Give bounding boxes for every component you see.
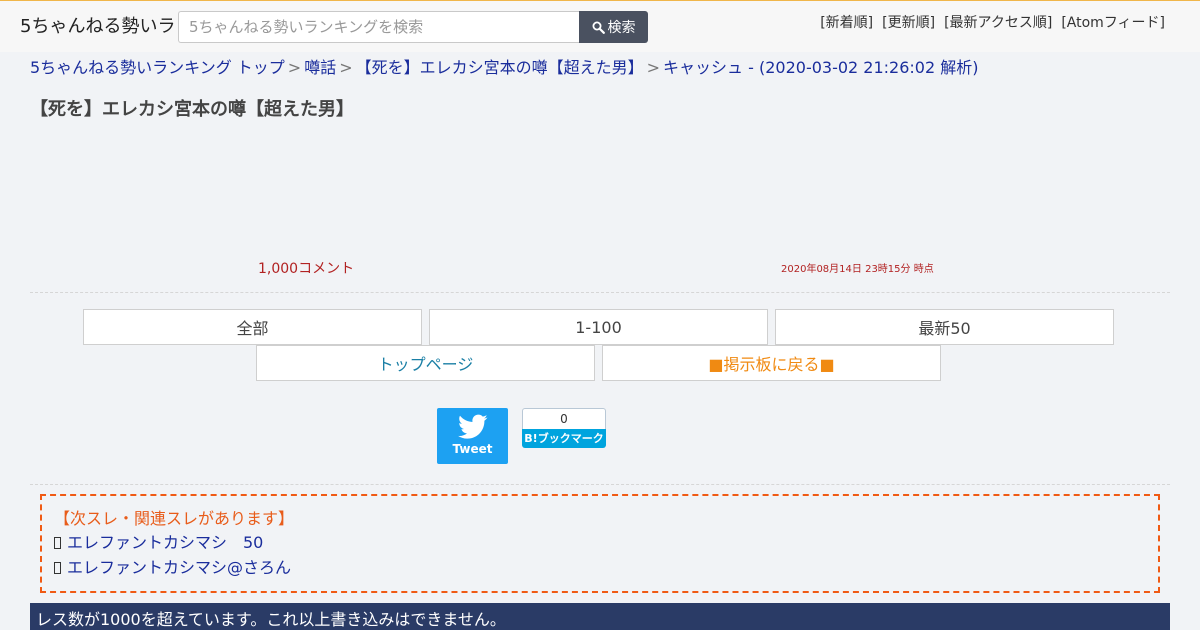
comment-count: 1,000コメント bbox=[258, 261, 355, 277]
divider bbox=[30, 484, 1170, 485]
tweet-button[interactable]: Tweet bbox=[437, 408, 508, 464]
link-recent-access[interactable]: [最新アクセス順] bbox=[944, 13, 1052, 33]
breadcrumb-separator: > bbox=[339, 58, 353, 77]
page-title: 【死を】エレカシ宮本の噂【超えた男】 bbox=[30, 99, 354, 120]
back-to-board-button[interactable]: ■掲示板に戻る■ bbox=[602, 345, 941, 381]
thread-full-notice: レス数が1000を超えています。これ以上書き込みはできません。 bbox=[30, 603, 1170, 630]
top-page-button[interactable]: トップページ bbox=[256, 345, 595, 381]
hatena-bookmark-count: 0 bbox=[522, 408, 606, 429]
related-threads-box: 【次スレ・関連スレがあります】 エレファントカシマシ 50 エレファントカシマシ… bbox=[40, 494, 1160, 593]
breadcrumb: 5ちゃんねる勢いランキング トップ > 噂話 > 【死を】エレカシ宮本の噂【超えた男】 >… bbox=[30, 57, 1180, 79]
hatena-bookmark-button[interactable]: B!ブックマーク bbox=[522, 429, 606, 448]
breadcrumb-top[interactable]: 5ちゃんねる勢いランキング トップ bbox=[30, 58, 285, 77]
site-logo-text[interactable]: 5ちゃんねる勢いランキング bbox=[20, 14, 178, 40]
search-button[interactable]: 検索 bbox=[579, 11, 648, 43]
site-header: 5ちゃんねる勢いランキング 検索 [新着順] [更新順] [最新アクセス順] [… bbox=[0, 1, 1200, 52]
thread-icon bbox=[54, 562, 61, 574]
related-thread-link[interactable]: エレファントカシマシ@さろん bbox=[54, 557, 291, 579]
latest-50-button[interactable]: 最新50 bbox=[775, 309, 1114, 345]
search-input[interactable] bbox=[178, 11, 579, 43]
tweet-label: Tweet bbox=[452, 442, 493, 456]
breadcrumb-cache[interactable]: キャッシュ - (2020-03-02 21:26:02 解析) bbox=[663, 58, 978, 77]
breadcrumb-category[interactable]: 噂話 bbox=[304, 58, 336, 77]
link-updated[interactable]: [更新順] bbox=[882, 13, 935, 33]
breadcrumb-separator: > bbox=[646, 58, 661, 77]
thread-icon bbox=[54, 537, 61, 549]
snapshot-timestamp: 2020年08月14日 23時15分 時点 bbox=[781, 264, 934, 275]
sort-links: [新着順] [更新順] [最新アクセス順] [Atomフィード] bbox=[820, 13, 1165, 33]
related-threads-heading: 【次スレ・関連スレがあります】 bbox=[54, 509, 295, 528]
search-icon bbox=[592, 21, 605, 34]
first-100-button[interactable]: 1-100 bbox=[429, 309, 768, 345]
link-newest[interactable]: [新着順] bbox=[820, 13, 873, 33]
related-thread-title: エレファントカシマシ@さろん bbox=[67, 558, 292, 577]
twitter-bird-icon bbox=[457, 414, 487, 439]
search-button-label: 検索 bbox=[607, 20, 636, 36]
related-thread-link[interactable]: エレファントカシマシ 50 bbox=[54, 532, 263, 554]
breadcrumb-thread[interactable]: 【死を】エレカシ宮本の噂【超えた男】 bbox=[356, 58, 644, 77]
breadcrumb-separator: > bbox=[287, 58, 302, 77]
link-atom-feed[interactable]: [Atomフィード] bbox=[1061, 13, 1165, 33]
all-posts-button[interactable]: 全部 bbox=[83, 309, 422, 345]
related-thread-title: エレファントカシマシ 50 bbox=[67, 533, 264, 552]
divider bbox=[30, 292, 1170, 293]
